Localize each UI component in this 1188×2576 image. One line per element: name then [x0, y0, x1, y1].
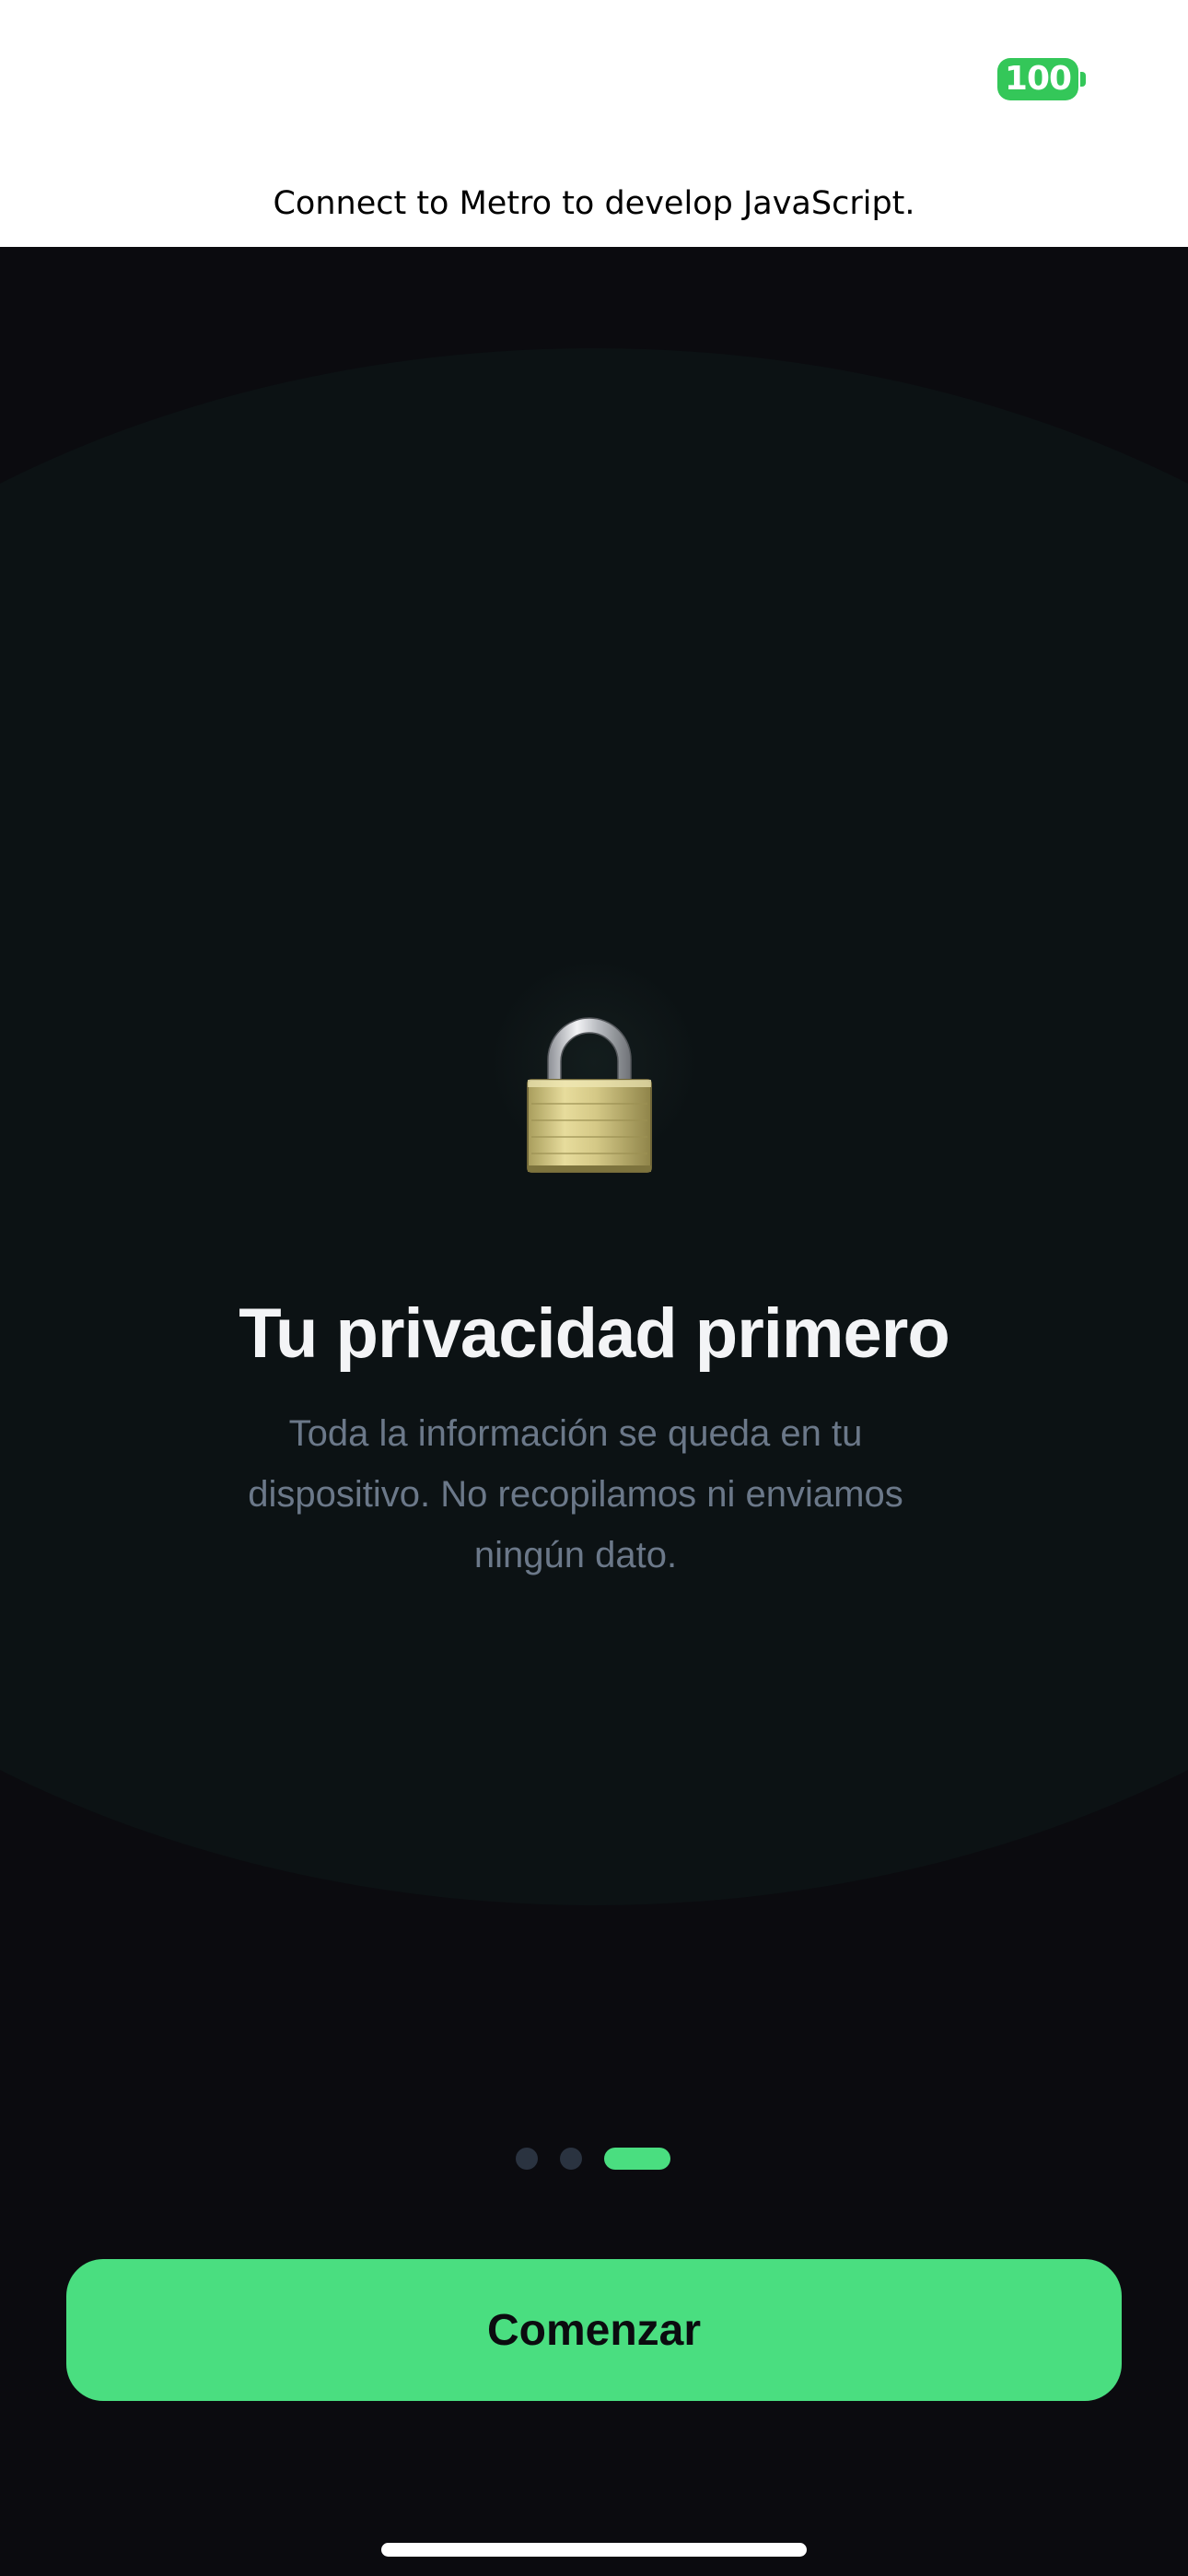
page-title: Tu privacidad primero	[239, 1294, 950, 1373]
status-bar: 100 Connect to Metro to develop JavaScri…	[0, 0, 1188, 247]
pagination-dot-1[interactable]	[516, 2148, 538, 2170]
pagination-dots	[516, 2147, 670, 2171]
pagination-dot-2[interactable]	[560, 2148, 582, 2170]
pagination-dot-3-active[interactable]	[604, 2148, 670, 2170]
lock-icon	[527, 1017, 652, 1173]
page-description: Toda la información se queda en tu dispo…	[248, 1413, 903, 1575]
dev-metro-banner: Connect to Metro to develop JavaScript.	[273, 185, 915, 222]
battery-level: 100	[1004, 60, 1072, 98]
battery-tip	[1080, 72, 1086, 87]
start-button[interactable]: Comenzar	[66, 2259, 1122, 2401]
onboarding-screen: Tu privacidad primero Toda la informació…	[0, 247, 1188, 2576]
battery-indicator: 100	[997, 58, 1078, 100]
home-indicator[interactable]	[381, 2543, 807, 2557]
